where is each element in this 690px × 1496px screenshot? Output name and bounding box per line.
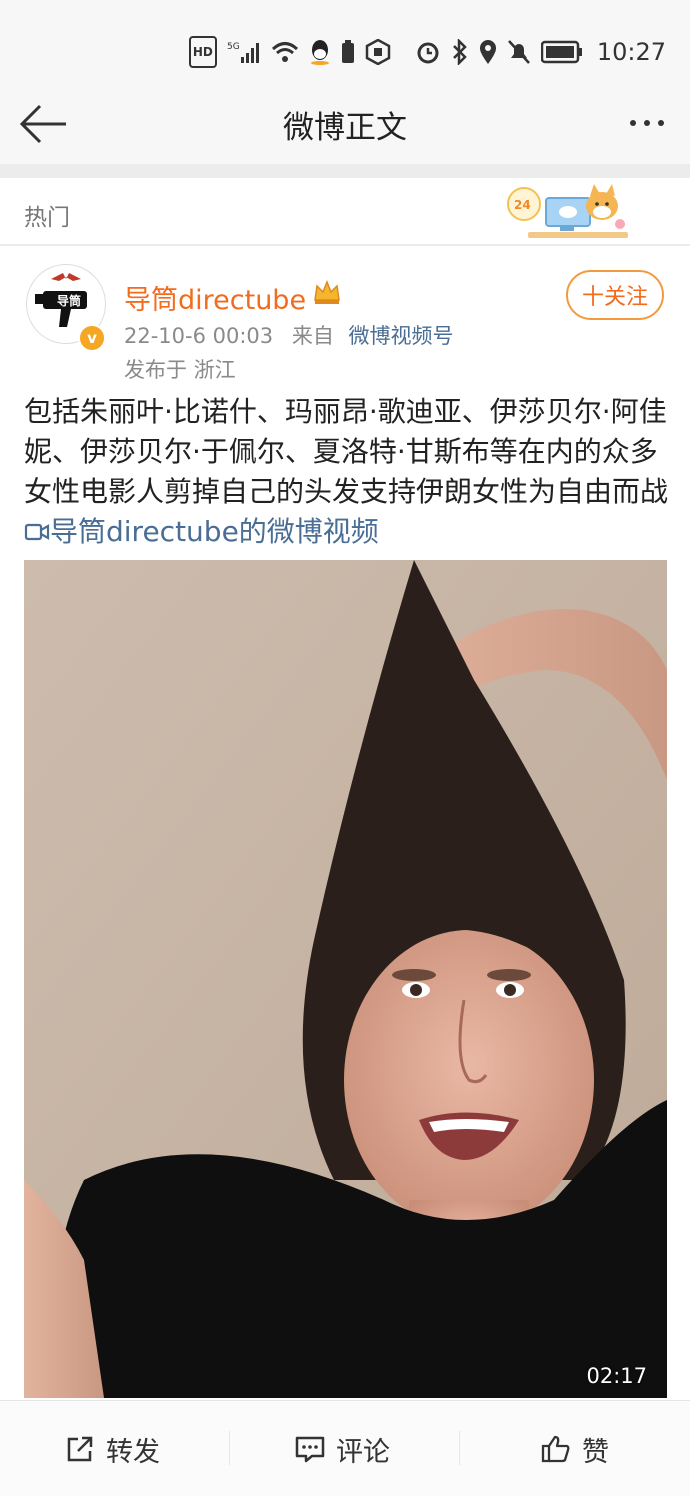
mute-bell-icon (507, 38, 531, 66)
video-duration: 02:17 (586, 1364, 647, 1388)
video-frame-image (24, 560, 667, 1398)
avatar-text: 导筒 (57, 293, 81, 308)
repost-label: 转发 (106, 1436, 160, 1468)
like-button[interactable]: 赞 (540, 1431, 609, 1468)
crown-icon (314, 279, 340, 304)
action-divider (229, 1431, 230, 1465)
share-icon (67, 1436, 93, 1462)
dot-icon (630, 120, 636, 126)
post-header: 导筒 v 导筒directube 22-10-6 00:03 来自 微博视频号 … (0, 250, 690, 382)
battery-saver-icon (341, 38, 355, 66)
thumbs-up-icon (541, 1435, 570, 1463)
post-body: 包括朱丽叶·比诺什、玛丽昂·歌迪亚、伊莎贝尔·阿佳妮、伊莎贝尔·于佩尔、夏洛特·… (24, 392, 669, 552)
dot-icon (658, 120, 664, 126)
location-icon (479, 38, 497, 66)
network-label: 5G (227, 42, 240, 52)
qq-icon (309, 38, 331, 66)
video-link[interactable]: 导筒directube的微博视频 (24, 515, 379, 548)
video-link-text: 导筒directube的微博视频 (50, 515, 379, 548)
battery-icon (540, 38, 583, 66)
video-camera-icon (24, 523, 50, 541)
action-divider (459, 1431, 460, 1465)
post-source-link[interactable]: 微博视频号 (349, 324, 454, 348)
comment-button[interactable]: 评论 (294, 1431, 390, 1468)
post-meta: 22-10-6 00:03 来自 微博视频号 (124, 320, 454, 350)
section-divider (0, 244, 690, 246)
follow-button[interactable]: 十关注 (566, 270, 664, 320)
hot-label: 热门 (24, 205, 70, 231)
dot-icon (644, 120, 650, 126)
signal-icon: 5G (227, 38, 261, 66)
shiba-computer-icon: 24 (507, 184, 628, 238)
hot-badge-text: 24 (514, 198, 531, 212)
navigation-bar: 微博正文 (0, 84, 690, 164)
hot-bar[interactable]: 热门 24 (0, 178, 690, 244)
verified-badge: v (78, 324, 106, 352)
author-name[interactable]: 导筒directube (124, 278, 306, 317)
shield-icon (365, 38, 391, 66)
post-timestamp: 22-10-6 00:03 (124, 324, 274, 348)
wifi-icon (271, 38, 299, 66)
comment-icon (295, 1436, 325, 1463)
alarm-icon (415, 38, 441, 66)
hd-indicator: HD (188, 36, 217, 68)
page-title: 微博正文 (283, 110, 407, 146)
section-divider (0, 164, 690, 178)
bluetooth-icon (451, 38, 469, 66)
from-label: 来自 (291, 324, 334, 348)
post-text: 包括朱丽叶·比诺什、玛丽昂·歌迪亚、伊莎贝尔·阿佳妮、伊莎贝尔·于佩尔、夏洛特·… (24, 395, 669, 508)
clock: 10:27 (596, 38, 666, 66)
post-location: 发布于 浙江 (124, 358, 236, 382)
action-bar: 转发 评论 赞 (0, 1400, 690, 1496)
video-player[interactable]: 02:17 (24, 560, 667, 1398)
more-options-button[interactable] (622, 108, 672, 138)
status-icons: HD 5G 10:27 (188, 36, 666, 68)
comment-label: 评论 (336, 1436, 390, 1468)
like-label: 赞 (582, 1436, 609, 1468)
repost-button[interactable]: 转发 (64, 1431, 160, 1468)
